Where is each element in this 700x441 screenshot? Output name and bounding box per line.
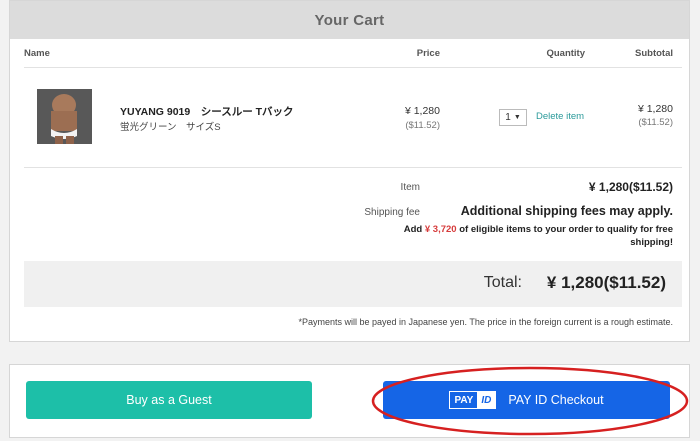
currency-note: *Payments will be payed in Japanese yen.…	[298, 317, 673, 327]
free-shipping-suffix: of eligible items to your order to quali…	[459, 224, 673, 248]
column-header-price: Price	[416, 48, 440, 59]
buy-as-guest-button[interactable]: Buy as a Guest	[26, 381, 312, 419]
quantity-value: 1	[505, 112, 511, 123]
free-shipping-prefix: Add	[403, 224, 423, 235]
delete-item-link[interactable]: Delete item	[536, 111, 584, 122]
divider	[24, 67, 682, 68]
product-name[interactable]: YUYANG 9019 シースルー Tバック	[120, 104, 294, 119]
total-value: ¥ 1,280($11.52)	[546, 273, 666, 292]
cart-header: Your Cart	[10, 1, 689, 39]
product-variant: 蛍光グリーン サイズS	[120, 122, 221, 133]
summary-item-value: ¥ 1,280($11.52)	[588, 180, 673, 194]
shipping-fee-label: Shipping fee	[364, 207, 420, 218]
payid-checkout-button[interactable]: PAY ID PAY ID Checkout	[383, 381, 670, 419]
payid-logo-pay: PAY	[454, 394, 474, 406]
free-shipping-amount: ¥ 3,720	[424, 224, 457, 235]
total-box: Total: ¥ 1,280($11.52)	[24, 261, 682, 307]
item-subtotal-usd: ($11.52)	[638, 117, 673, 128]
free-shipping-notice: Add ¥ 3,720 of eligible items to your or…	[373, 223, 673, 249]
item-price-usd: ($11.52)	[405, 120, 440, 131]
column-header-name: Name	[24, 48, 50, 59]
chevron-down-icon: ▼	[513, 114, 521, 121]
payid-logo-id: ID	[477, 392, 496, 408]
buy-as-guest-label: Buy as a Guest	[126, 393, 212, 407]
summary-item-label: Item	[400, 182, 420, 193]
item-price: ¥ 1,280	[404, 105, 440, 117]
quantity-select[interactable]: 1 ▼	[499, 109, 527, 126]
divider	[24, 167, 682, 168]
shipping-fee-value: Additional shipping fees may apply.	[460, 204, 673, 218]
product-image[interactable]	[37, 89, 92, 144]
page-title: Your Cart	[314, 11, 385, 29]
item-subtotal: ¥ 1,280	[637, 103, 673, 115]
cart-panel: Your Cart Name Price Quantity Subtotal Y…	[9, 0, 690, 342]
total-label: Total:	[483, 274, 522, 291]
checkout-panel: Buy as a Guest PAY ID PAY ID Checkout	[9, 364, 690, 438]
payid-logo: PAY ID	[449, 391, 497, 409]
payid-checkout-label: PAY ID Checkout	[508, 393, 604, 407]
column-header-subtotal: Subtotal	[635, 48, 673, 59]
column-header-quantity: Quantity	[546, 48, 585, 59]
